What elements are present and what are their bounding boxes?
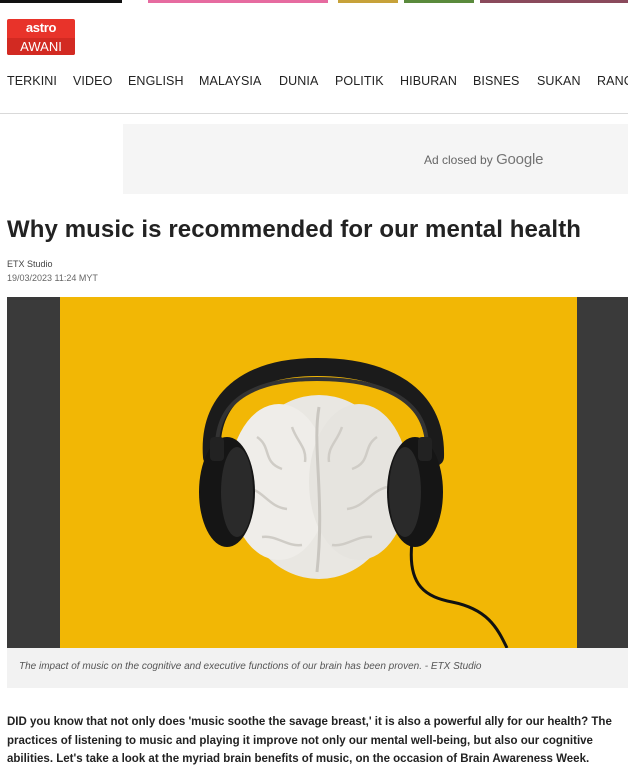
nav-item-english[interactable]: ENGLISH [128,74,184,88]
ad-slot: Ad closed by Google [123,124,628,194]
logo-text-bottom: AWANI [7,38,75,55]
site-logo[interactable]: astro AWANI [7,19,75,55]
nav-item-sukan[interactable]: SUKAN [537,74,581,88]
nav-item-video[interactable]: VIDEO [73,74,112,88]
article-date: 19/03/2023 11:24 MYT [7,273,98,283]
image-caption: The impact of music on the cognitive and… [7,648,628,688]
article-hero-image [7,297,628,648]
nav-item-politik[interactable]: POLITIK [335,74,384,88]
main-navigation: TERKINI VIDEO ENGLISH MALAYSIA DUNIA POL… [0,74,628,92]
image-caption-text: The impact of music on the cognitive and… [19,661,482,672]
article-lede: DID you know that not only does 'music s… [7,716,612,765]
article-title: Why music is recommended for our mental … [7,216,582,243]
logo-text-top: astro [25,20,57,35]
nav-item-dunia[interactable]: DUNIA [279,74,318,88]
nav-item-bisnes[interactable]: BISNES [473,74,519,88]
ad-closed-notice: Ad closed by Google [424,151,543,168]
ad-closed-text: Ad closed by [424,153,493,167]
nav-item-ranc[interactable]: RANC [597,74,628,88]
header-divider [0,113,628,114]
nav-item-hiburan[interactable]: HIBURAN [400,74,457,88]
nav-item-malaysia[interactable]: MALAYSIA [199,74,261,88]
top-banner-strip [0,0,628,3]
article-author[interactable]: ETX Studio [7,259,53,269]
brain-with-headphones-image [7,297,628,648]
nav-item-terkini[interactable]: TERKINI [7,74,57,88]
google-wordmark: Google [496,151,544,168]
